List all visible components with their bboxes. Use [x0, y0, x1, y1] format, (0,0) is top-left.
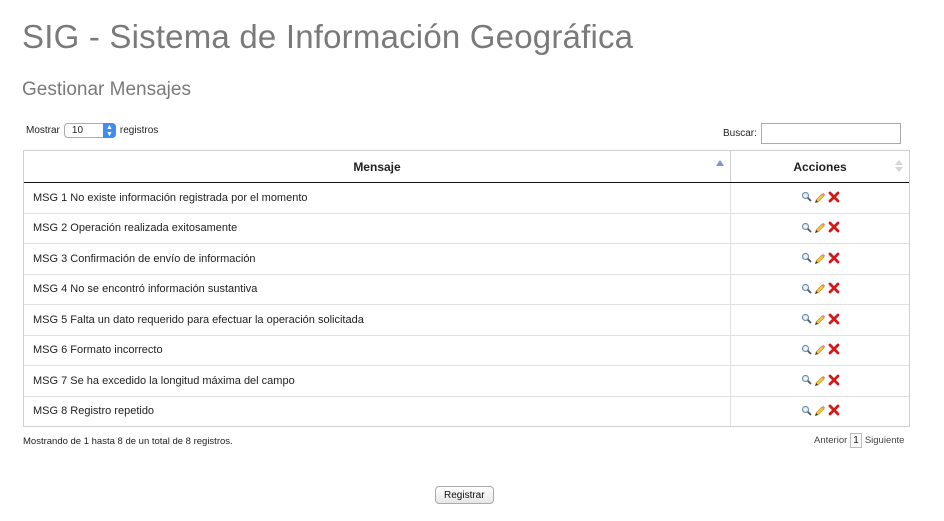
- actions-cell: [730, 243, 909, 274]
- table-row: MSG 1 No existe información registrada p…: [24, 182, 910, 214]
- message-cell: MSG 5 Falta un dato requerido para efect…: [24, 304, 731, 335]
- records-per-page-value: 10: [71, 125, 84, 136]
- message-cell: MSG 7 Se ha excedido la longitud máxima …: [24, 365, 731, 396]
- page-subtitle: Gestionar Mensajes: [22, 79, 191, 100]
- delete-icon[interactable]: [828, 313, 840, 325]
- pagination: Anterior 1 Siguiente: [814, 433, 904, 448]
- edit-icon[interactable]: [814, 282, 826, 294]
- view-icon[interactable]: [801, 374, 812, 385]
- message-cell: MSG 1 No existe información registrada p…: [24, 182, 731, 213]
- edit-icon[interactable]: [814, 221, 826, 233]
- edit-icon[interactable]: [814, 252, 826, 264]
- view-icon[interactable]: [801, 283, 812, 294]
- app-title: SIG - Sistema de Información Geográfica: [22, 18, 634, 55]
- actions-cell: [730, 395, 909, 426]
- column-header-actions[interactable]: Acciones: [730, 151, 909, 183]
- select-stepper-icon: ▲ ▼: [102, 123, 116, 138]
- page-number-current[interactable]: 1: [850, 433, 862, 448]
- records-info: Mostrando de 1 hasta 8 de un total de 8 …: [23, 436, 233, 447]
- view-icon[interactable]: [801, 313, 812, 324]
- edit-icon[interactable]: [814, 343, 826, 355]
- message-cell: MSG 3 Confirmación de envío de informaci…: [24, 243, 731, 274]
- actions-cell: [730, 212, 909, 244]
- next-page-link[interactable]: Siguiente: [865, 435, 905, 446]
- delete-icon[interactable]: [828, 374, 840, 386]
- table-row: MSG 2 Operación realizada exitosamente: [24, 212, 909, 244]
- table-row: MSG 3 Confirmación de envío de informaci…: [24, 243, 909, 274]
- message-cell: MSG 8 Registro repetido: [24, 395, 731, 426]
- actions-cell: [730, 365, 909, 396]
- actions-cell: [731, 183, 910, 214]
- actions-cell: [730, 334, 909, 366]
- search-control: Buscar:: [723, 123, 901, 144]
- delete-icon[interactable]: [828, 282, 840, 294]
- message-cell: MSG 6 Formato incorrecto: [24, 334, 731, 366]
- view-icon[interactable]: [801, 222, 812, 233]
- view-icon[interactable]: [801, 405, 812, 416]
- table-row: MSG 6 Formato incorrecto: [24, 334, 909, 366]
- edit-icon[interactable]: [814, 191, 826, 203]
- length-prefix-label: Mostrar: [26, 125, 60, 136]
- view-icon[interactable]: [801, 344, 812, 355]
- actions-cell: [730, 304, 909, 335]
- column-header-message[interactable]: Mensaje: [24, 151, 731, 183]
- messages-table: Mensaje Acciones MSG 1 No existe informa…: [23, 150, 910, 427]
- delete-icon[interactable]: [828, 221, 840, 233]
- delete-icon[interactable]: [828, 343, 840, 355]
- records-per-page-control: Mostrar 10 ▲ ▼ registros: [26, 123, 158, 138]
- actions-cell: [730, 273, 909, 305]
- table-row: MSG 8 Registro repetido: [24, 395, 909, 426]
- edit-icon[interactable]: [814, 313, 826, 325]
- edit-icon[interactable]: [814, 374, 826, 386]
- records-per-page-select[interactable]: 10 ▲ ▼: [63, 123, 116, 138]
- sort-both-icon: [895, 160, 903, 173]
- table-row: MSG 5 Falta un dato requerido para efect…: [24, 304, 909, 335]
- previous-page-link[interactable]: Anterior: [814, 435, 847, 446]
- search-label: Buscar:: [723, 128, 757, 139]
- message-cell: MSG 2 Operación realizada exitosamente: [24, 212, 731, 244]
- table-row: MSG 7 Se ha excedido la longitud máxima …: [24, 365, 909, 396]
- message-cell: MSG 4 No se encontró información sustant…: [24, 273, 731, 305]
- delete-icon[interactable]: [828, 191, 840, 203]
- view-icon[interactable]: [801, 252, 812, 263]
- delete-icon[interactable]: [828, 252, 840, 264]
- register-button[interactable]: Registrar: [435, 486, 494, 504]
- sort-ascending-icon: [716, 160, 724, 166]
- delete-icon[interactable]: [828, 404, 840, 416]
- view-icon[interactable]: [801, 191, 812, 202]
- length-suffix-label: registros: [119, 125, 159, 136]
- search-input[interactable]: [760, 123, 901, 144]
- table-row: MSG 4 No se encontró información sustant…: [24, 273, 909, 305]
- edit-icon[interactable]: [814, 404, 826, 416]
